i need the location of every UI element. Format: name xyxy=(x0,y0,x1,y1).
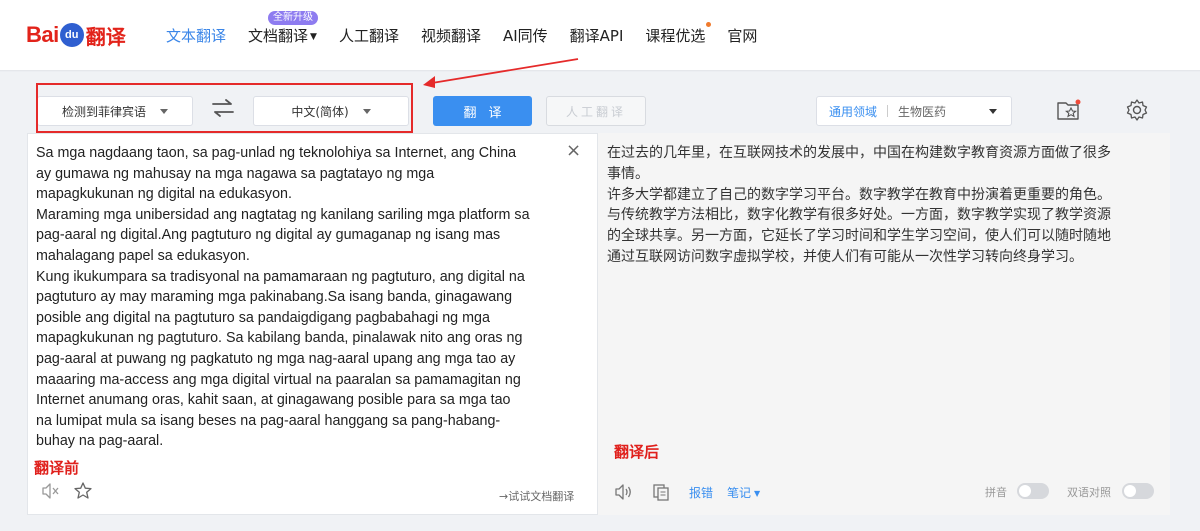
pinyin-toggle[interactable] xyxy=(1017,483,1049,499)
notes-dropdown[interactable]: 笔记 ▼ xyxy=(727,484,760,501)
notes-label: 笔记 xyxy=(727,486,752,500)
report-error-link[interactable]: 报错 xyxy=(689,484,713,501)
nav-doc-translate[interactable]: 全新升级 文档翻译 ▼ xyxy=(248,10,319,46)
star-icon[interactable] xyxy=(73,481,93,501)
domain-select[interactable]: 通用领域 生物医药 xyxy=(816,96,1012,126)
toggle-knob xyxy=(1019,485,1031,497)
divider xyxy=(0,70,1200,72)
logo-text-left: Bai xyxy=(26,22,59,47)
toggle-knob xyxy=(1124,485,1136,497)
annotation-arrow xyxy=(423,58,579,88)
annotation-highlight-box xyxy=(36,83,413,133)
clear-input-icon[interactable]: × xyxy=(566,142,582,160)
nav-courses[interactable]: 课程优选 xyxy=(645,21,712,46)
try-doc-translate-link[interactable]: →试试文档翻译 xyxy=(499,488,574,504)
logo-paw-icon: du xyxy=(59,23,84,47)
speaker-muted-icon[interactable] xyxy=(40,481,60,501)
domain-general-option[interactable]: 通用领域 xyxy=(829,103,877,120)
notification-dot xyxy=(706,21,712,27)
bilingual-label: 双语对照 xyxy=(1067,486,1111,499)
new-upgrade-badge: 全新升级 xyxy=(268,10,319,25)
pinyin-label: 拼音 xyxy=(985,486,1007,499)
copy-icon[interactable] xyxy=(651,482,671,502)
nav-human-translate[interactable]: 人工翻译 xyxy=(339,25,399,46)
chevron-down-icon xyxy=(989,108,997,114)
favorites-folder-icon[interactable] xyxy=(1056,98,1082,122)
nav-ai-interpretation[interactable]: AI同传 xyxy=(503,25,548,46)
after-translation-annotation: 翻译后 xyxy=(614,443,660,461)
chevron-down-icon: ▼ xyxy=(754,489,761,498)
nav-doc-translate-label: 文档翻译 xyxy=(248,26,309,45)
nav-official-site[interactable]: 官网 xyxy=(727,25,757,46)
settings-gear-icon[interactable] xyxy=(1125,98,1149,122)
baidu-translate-logo[interactable]: Bai du 翻译 xyxy=(26,18,126,52)
human-translate-button[interactable]: 人工翻译 xyxy=(546,96,646,126)
nav-video-translate[interactable]: 视频翻译 xyxy=(421,25,481,46)
chevron-down-icon: ▼ xyxy=(310,31,317,42)
main-nav: 文本翻译 全新升级 文档翻译 ▼ 人工翻译 视频翻译 AI同传 翻译API 课程优… xyxy=(166,10,779,46)
translate-button[interactable]: 翻译 xyxy=(433,96,532,126)
translated-text: 在过去的几年里，在互联网技术的发展中，中国在构建数字教育资源方面做了很多 事情。… xyxy=(607,145,1111,265)
nav-text-translate[interactable]: 文本翻译 xyxy=(166,25,226,46)
domain-specific-option[interactable]: 生物医药 xyxy=(898,103,946,120)
speaker-icon[interactable] xyxy=(613,482,633,502)
before-translation-annotation: 翻译前 xyxy=(34,459,80,477)
top-navigation-bar: Bai du 翻译 文本翻译 全新升级 文档翻译 ▼ 人工翻译 视频翻译 AI同传… xyxy=(0,0,1200,70)
bilingual-toggle[interactable] xyxy=(1122,483,1154,499)
divider xyxy=(887,105,889,117)
source-text-input[interactable]: Sa mga nagdaang taon, sa pag-unlad ng te… xyxy=(36,143,566,452)
logo-text-right: 翻译 xyxy=(85,26,126,49)
nav-translate-api[interactable]: 翻译API xyxy=(570,25,624,46)
nav-courses-label: 课程优选 xyxy=(645,26,706,45)
